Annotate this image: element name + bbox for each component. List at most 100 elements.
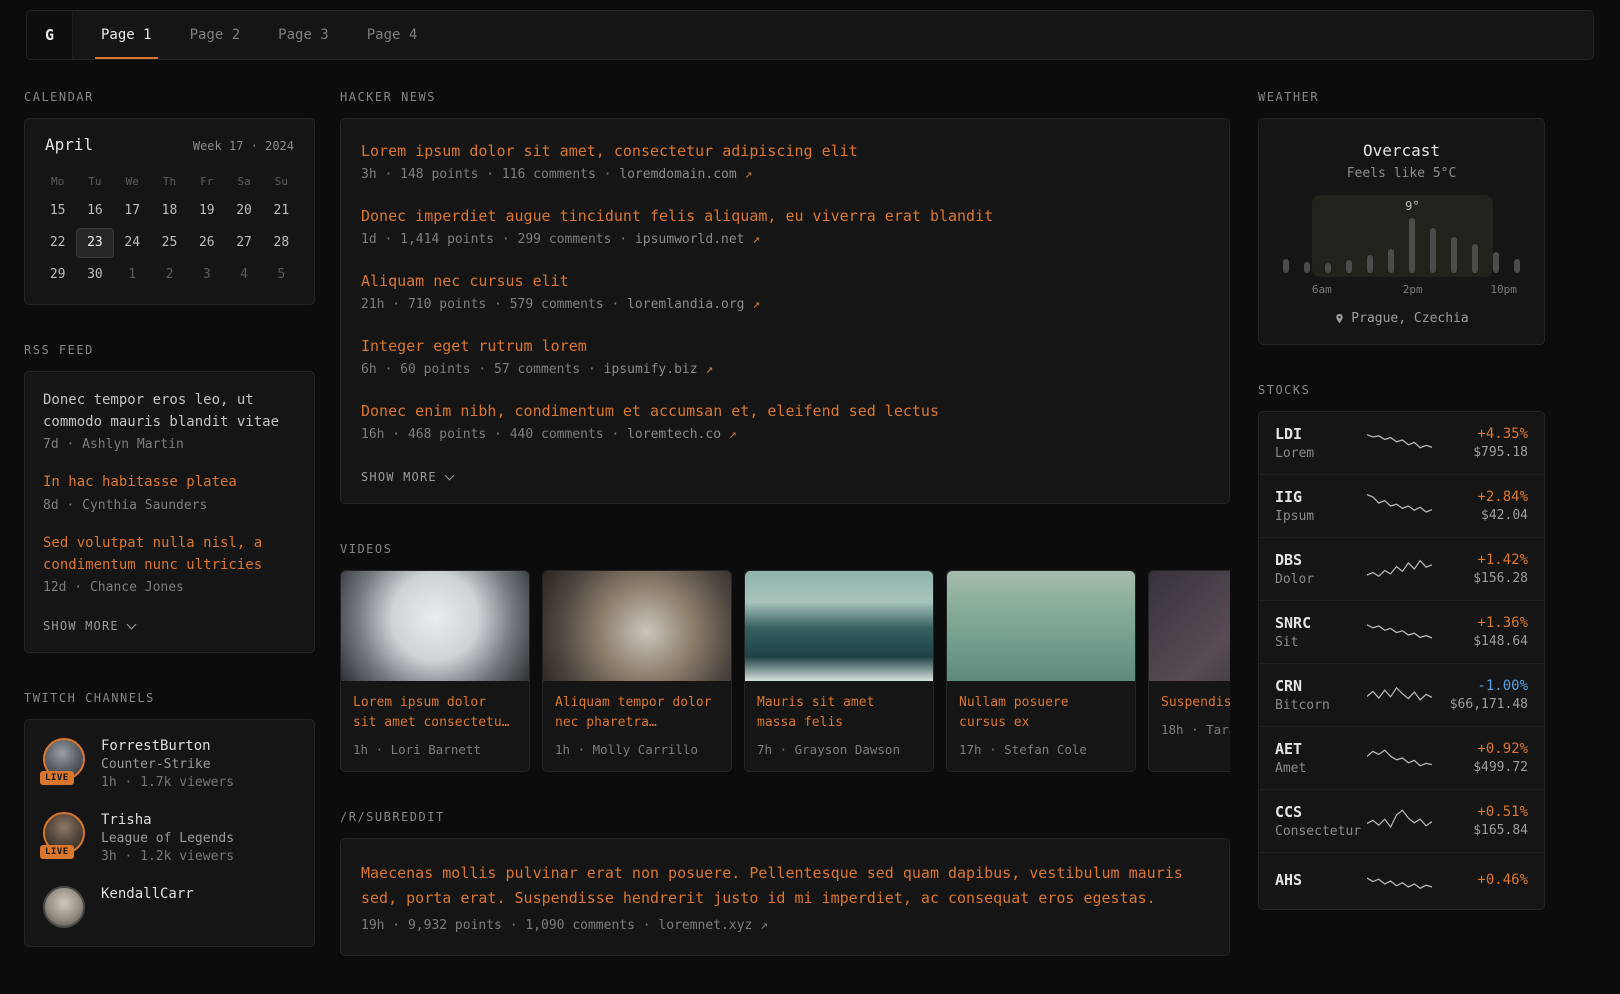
weather-bar bbox=[1451, 237, 1457, 273]
weather-chart: 9° bbox=[1281, 203, 1522, 273]
hn-item: Lorem ipsum dolor sit amet, consectetur … bbox=[361, 141, 1209, 182]
hn-item-domain[interactable]: loremlandia.org bbox=[627, 297, 744, 312]
channel-name[interactable]: KendallCarr bbox=[101, 886, 194, 902]
page-tab[interactable]: Page 1 bbox=[95, 11, 158, 59]
video-card[interactable]: Nullam posuere cursus ex 17h · Stefan Co… bbox=[946, 570, 1136, 772]
video-thumbnail[interactable] bbox=[947, 571, 1135, 681]
video-meta: 18h · Tara bbox=[1161, 722, 1230, 737]
stock-name: Sit bbox=[1275, 635, 1367, 650]
video-title[interactable]: Aliquam tempor dolor nec pharetra… bbox=[555, 693, 719, 733]
hn-item-title[interactable]: Donec enim nibh, condimentum et accumsan… bbox=[361, 401, 1209, 422]
stock-row[interactable]: CRN Bitcorn -1.00% $66,171.48 bbox=[1259, 663, 1544, 726]
stock-row[interactable]: AHS +0.46% bbox=[1259, 852, 1544, 909]
video-title[interactable]: Suspendisse diam bbox=[1161, 693, 1230, 713]
external-link-icon: ↗ bbox=[729, 427, 737, 442]
subreddit-post-meta: 19h · 9,932 points · 1,090 comments · lo… bbox=[361, 918, 1209, 933]
page-tabs: Page 1 Page 2 Page 3 Page 4 bbox=[95, 11, 449, 59]
calendar-day: 1 bbox=[114, 260, 151, 290]
hn-show-more-button[interactable]: SHOW MORE bbox=[361, 470, 453, 484]
stock-name: Lorem bbox=[1275, 446, 1367, 461]
stock-sparkline bbox=[1367, 743, 1432, 773]
stock-row[interactable]: CCS Consectetur +0.51% $165.84 bbox=[1259, 789, 1544, 852]
calendar-day: 25 bbox=[151, 228, 188, 258]
video-card[interactable]: Suspendisse diam 18h · Tara bbox=[1148, 570, 1230, 772]
stock-ticker: SNRC bbox=[1275, 614, 1367, 632]
dashboard-layout: CALENDAR April Week 17 · 2024 MoTuWeThFr… bbox=[0, 60, 1620, 994]
location-pin-icon bbox=[1334, 312, 1345, 325]
page-tab[interactable]: Page 3 bbox=[272, 11, 335, 59]
channel-meta: 3h · 1.2k viewers bbox=[101, 849, 234, 864]
twitch-avatar-wrap: LIVE bbox=[43, 738, 85, 780]
video-title[interactable]: Mauris sit amet massa felis bbox=[757, 693, 921, 733]
calendar-day: 23 bbox=[76, 228, 113, 258]
calendar-day: 28 bbox=[263, 228, 300, 258]
stock-row[interactable]: LDI Lorem +4.35% $795.18 bbox=[1259, 412, 1544, 474]
rss-item: Sed volutpat nulla nisl, a condimentum n… bbox=[43, 533, 296, 595]
twitch-widget: TWITCH CHANNELS LIVE ForrestBurton Count… bbox=[24, 691, 315, 947]
calendar-card: April Week 17 · 2024 MoTuWeThFrSaSu15161… bbox=[24, 118, 315, 305]
video-card[interactable]: Aliquam tempor dolor nec pharetra… 1h · … bbox=[542, 570, 732, 772]
calendar-day: 30 bbox=[76, 260, 113, 290]
video-card[interactable]: Lorem ipsum dolor sit amet consectetu… 1… bbox=[340, 570, 530, 772]
weather-bar bbox=[1409, 218, 1415, 273]
calendar-grid: MoTuWeThFrSaSu15161718192021222324252627… bbox=[39, 170, 300, 290]
video-title[interactable]: Lorem ipsum dolor sit amet consectetu… bbox=[353, 693, 517, 733]
weather-temp-label: 9° bbox=[1405, 199, 1419, 213]
twitch-channel[interactable]: LIVE Trisha League of Legends 3h · 1.2k … bbox=[43, 812, 296, 864]
hn-item-domain[interactable]: ipsumify.biz bbox=[604, 362, 698, 377]
rss-item-title[interactable]: In hac habitasse platea bbox=[43, 472, 296, 494]
video-title[interactable]: Nullam posuere cursus ex bbox=[959, 693, 1123, 733]
hn-item-title[interactable]: Donec imperdiet augue tincidunt felis al… bbox=[361, 206, 1209, 227]
calendar-day-header: Th bbox=[151, 170, 188, 194]
weather-location: Prague, Czechia bbox=[1277, 311, 1526, 326]
subreddit-post-domain[interactable]: loremnet.xyz bbox=[658, 918, 752, 933]
video-meta: 1h · Molly Carrillo bbox=[555, 742, 719, 757]
stock-name: Ipsum bbox=[1275, 509, 1367, 524]
hn-item-domain[interactable]: ipsumworld.net bbox=[635, 232, 745, 247]
stock-row[interactable]: SNRC Sit +1.36% $148.64 bbox=[1259, 600, 1544, 663]
stock-row[interactable]: AET Amet +0.92% $499.72 bbox=[1259, 726, 1544, 789]
twitch-channel[interactable]: LIVE KendallCarr bbox=[43, 886, 296, 928]
stock-ticker: AET bbox=[1275, 740, 1367, 758]
hn-item-title[interactable]: Integer eget rutrum lorem bbox=[361, 336, 1209, 357]
rss-item-meta: 8d · Cynthia Saunders bbox=[43, 498, 296, 513]
twitch-channel[interactable]: LIVE ForrestBurton Counter-Strike 1h · 1… bbox=[43, 738, 296, 790]
video-thumbnail[interactable] bbox=[543, 571, 731, 681]
rss-section-title: RSS FEED bbox=[24, 343, 315, 357]
video-thumbnail[interactable] bbox=[341, 571, 529, 681]
calendar-day: 20 bbox=[225, 196, 262, 226]
calendar-week-info: Week 17 · 2024 bbox=[193, 139, 294, 153]
stock-ticker: LDI bbox=[1275, 425, 1367, 443]
page-tab[interactable]: Page 2 bbox=[184, 11, 247, 59]
calendar-day: 5 bbox=[263, 260, 300, 290]
channel-name[interactable]: Trisha bbox=[101, 812, 234, 828]
channel-name[interactable]: ForrestBurton bbox=[101, 738, 234, 754]
rss-show-more-button[interactable]: SHOW MORE bbox=[43, 619, 135, 633]
subreddit-post-title[interactable]: Maecenas mollis pulvinar erat non posuer… bbox=[361, 861, 1209, 911]
app-logo[interactable]: G bbox=[27, 11, 73, 59]
stock-price: $148.64 bbox=[1432, 634, 1528, 649]
rss-item-title[interactable]: Sed volutpat nulla nisl, a condimentum n… bbox=[43, 533, 296, 576]
video-card[interactable]: Mauris sit amet massa felis 7h · Grayson… bbox=[744, 570, 934, 772]
page-tab[interactable]: Page 4 bbox=[361, 11, 424, 59]
hn-item-domain[interactable]: loremdomain.com bbox=[619, 167, 736, 182]
stock-ticker: IIG bbox=[1275, 488, 1367, 506]
stock-sparkline bbox=[1367, 680, 1432, 710]
hn-item-title[interactable]: Aliquam nec cursus elit bbox=[361, 271, 1209, 292]
twitch-card: LIVE ForrestBurton Counter-Strike 1h · 1… bbox=[24, 719, 315, 947]
hn-item-meta: 16h · 468 points · 440 comments · loremt… bbox=[361, 427, 1209, 442]
stock-ticker: AHS bbox=[1275, 871, 1367, 889]
calendar-day: 27 bbox=[225, 228, 262, 258]
stock-row[interactable]: IIG Ipsum +2.84% $42.04 bbox=[1259, 474, 1544, 537]
weather-bar bbox=[1472, 244, 1478, 273]
stock-row[interactable]: DBS Dolor +1.42% $156.28 bbox=[1259, 537, 1544, 600]
stock-ticker: CRN bbox=[1275, 677, 1367, 695]
stocks-section-title: STOCKS bbox=[1258, 383, 1545, 397]
video-thumbnail[interactable] bbox=[1149, 571, 1230, 681]
hn-item-title[interactable]: Lorem ipsum dolor sit amet, consectetur … bbox=[361, 141, 1209, 162]
hn-item-domain[interactable]: loremtech.co bbox=[627, 427, 721, 442]
rss-item-title[interactable]: Donec tempor eros leo, ut commodo mauris… bbox=[43, 390, 296, 433]
stock-change: +2.84% bbox=[1432, 489, 1528, 505]
video-thumbnail[interactable] bbox=[745, 571, 933, 681]
twitch-section-title: TWITCH CHANNELS bbox=[24, 691, 315, 705]
